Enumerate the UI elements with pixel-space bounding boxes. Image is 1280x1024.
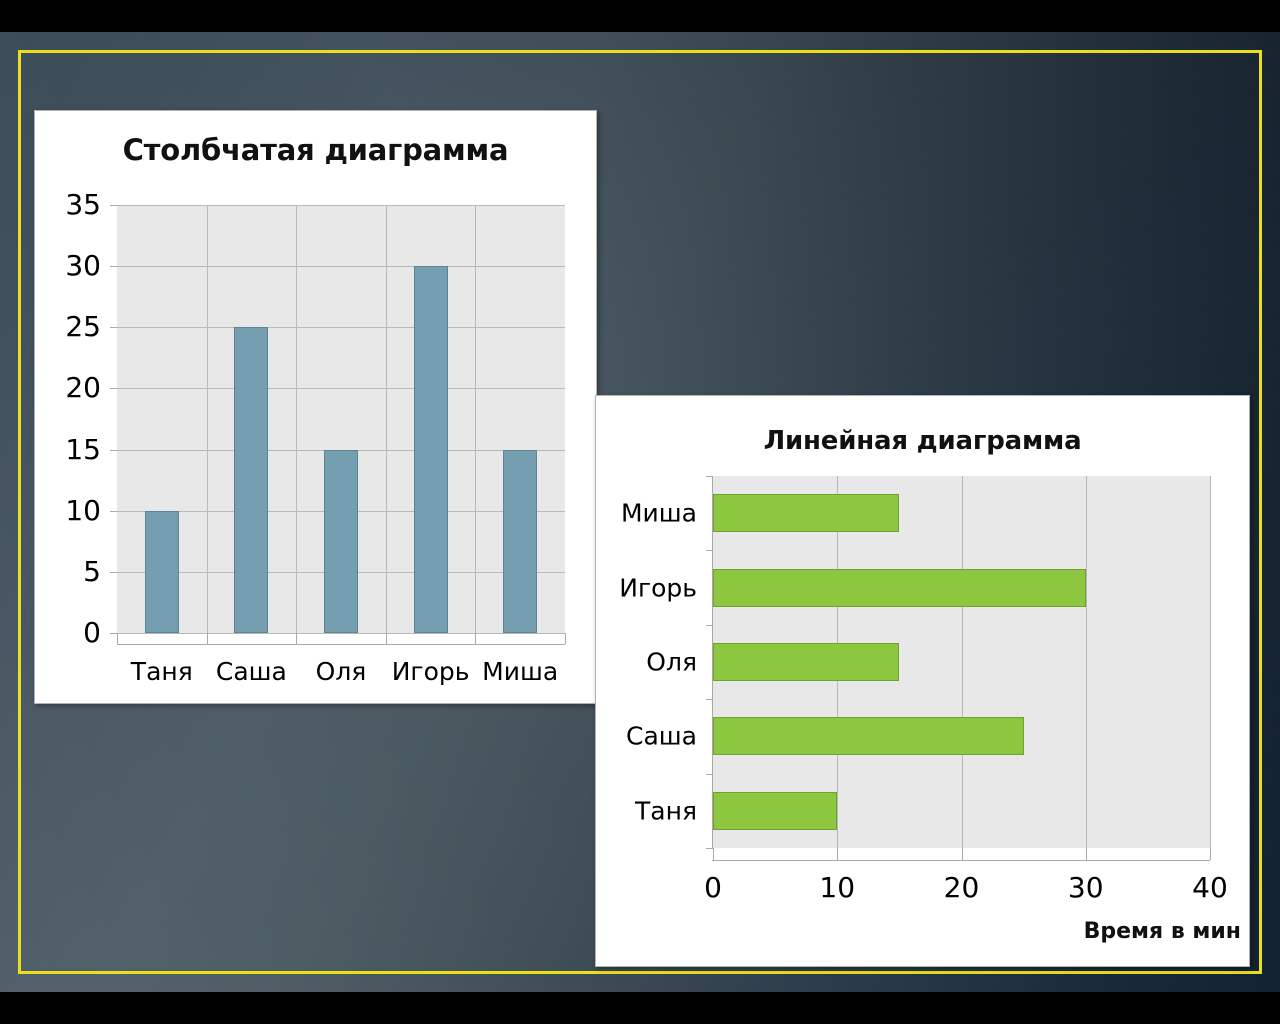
value-axis-tick-label: 20: [943, 871, 980, 904]
y-axis-tick-mark: [110, 571, 117, 573]
column-chart-plot-area: [117, 205, 565, 634]
value-axis-tick-mark: [961, 848, 963, 860]
bar-chart-axis-title: Время в мин: [1083, 919, 1241, 944]
gridline-horizontal: [117, 266, 565, 268]
y-axis-tick-label: 30: [65, 249, 101, 283]
gridline-vertical: [961, 476, 963, 848]
gridline-vertical: [1085, 476, 1087, 848]
y-axis-tick-label: 5: [83, 554, 101, 588]
y-axis-tick-mark: [110, 633, 117, 634]
x-axis-tick-mark: [565, 633, 566, 644]
slide-surface: Столбчатая диаграмма 0 5 10 15 20 25 30 35 Таня…: [0, 32, 1280, 992]
horizontal-bar[interactable]: [713, 791, 838, 830]
y-axis-tick-mark: [110, 510, 117, 512]
gridline-horizontal: [117, 327, 565, 329]
gridline-horizontal: [117, 633, 565, 634]
y-axis-tick-label: 35: [65, 188, 101, 221]
y-axis-tick-mark: [110, 205, 117, 206]
y-axis-tick-label: 10: [65, 493, 101, 527]
y-axis-tick-mark: [110, 449, 117, 451]
y-axis-tick-mark: [110, 327, 117, 329]
horizontal-bar[interactable]: [713, 494, 900, 533]
x-axis-tick-mark: [475, 633, 477, 644]
category-axis-label: Таня: [635, 796, 697, 826]
gridline-vertical: [475, 205, 477, 633]
bar-chart-plot-area: [713, 476, 1211, 848]
y-axis-tick-label: 25: [65, 310, 101, 344]
value-axis-tick-label: 10: [819, 871, 856, 904]
value-axis-tick-mark: [1210, 848, 1211, 860]
x-axis-category-label: Оля: [315, 657, 367, 686]
x-axis-tick-mark: [385, 633, 387, 644]
column-chart-title: Столбчатая диаграмма: [122, 133, 509, 167]
slide-stage: Столбчатая диаграмма 0 5 10 15 20 25 30 35 Таня…: [0, 0, 1280, 1024]
value-axis-tick-label: 0: [704, 871, 722, 904]
y-axis-tick-label: 20: [65, 371, 101, 405]
category-axis-label: Оля: [646, 647, 697, 677]
x-axis-line: [117, 644, 565, 645]
value-axis-tick-label: 40: [1192, 871, 1228, 904]
column-bar[interactable]: [503, 449, 538, 633]
horizontal-bar[interactable]: [713, 643, 900, 681]
x-axis-category-label: Таня: [130, 657, 193, 686]
x-axis-category-label: Игорь: [391, 657, 470, 686]
bar-chart-panel[interactable]: Линейная диаграмма Таня Саша Оля Игорь Миша …: [595, 395, 1250, 967]
category-axis-tick-mark: [706, 848, 713, 849]
y-axis-tick-mark: [110, 388, 117, 390]
gridline-vertical: [296, 205, 298, 633]
x-axis-category-label: Миша: [482, 657, 559, 686]
gridline-vertical: [1210, 476, 1211, 848]
x-axis-tick-mark: [117, 633, 118, 644]
column-bar[interactable]: [234, 327, 269, 633]
y-axis-tick-label: 15: [65, 432, 101, 466]
category-axis-label: Игорь: [619, 573, 697, 603]
gridline-vertical: [385, 205, 387, 633]
category-axis-label: Саша: [626, 721, 697, 751]
gridline-vertical: [206, 205, 208, 633]
x-axis-category-label: Саша: [215, 657, 287, 686]
value-axis-tick-label: 30: [1067, 871, 1104, 904]
y-axis-tick-mark: [110, 266, 117, 268]
column-bar[interactable]: [144, 510, 179, 633]
category-axis-label: Миша: [620, 498, 697, 528]
value-axis-tick-mark: [837, 848, 839, 860]
gridline-horizontal: [117, 388, 565, 390]
x-axis-tick-mark: [206, 633, 208, 644]
column-bar[interactable]: [413, 266, 448, 633]
value-axis-line: [712, 860, 1210, 861]
column-chart-panel[interactable]: Столбчатая диаграмма 0 5 10 15 20 25 30 35 Таня…: [34, 110, 597, 704]
horizontal-bar[interactable]: [713, 568, 1086, 607]
value-axis-tick-mark: [713, 848, 714, 860]
gridline-horizontal: [117, 205, 565, 206]
x-axis-tick-mark: [296, 633, 298, 644]
column-bar[interactable]: [324, 449, 358, 633]
horizontal-bar[interactable]: [713, 717, 1024, 756]
y-axis-tick-label: 0: [83, 616, 101, 649]
bar-chart-title: Линейная диаграмма: [763, 426, 1082, 456]
value-axis-tick-mark: [1085, 848, 1087, 860]
